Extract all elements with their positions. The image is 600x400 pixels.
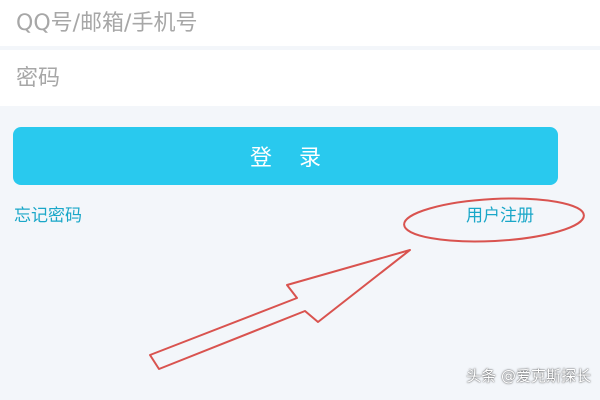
password-input[interactable] [16,50,576,106]
pointer-arrow [149,249,411,370]
account-input[interactable] [16,0,576,46]
register-link[interactable]: 用户注册 [466,201,534,226]
forgot-password-link[interactable]: 忘记密码 [14,201,82,226]
login-button[interactable]: 登 录 [13,127,558,185]
account-field[interactable] [0,0,600,46]
watermark: 头条 @爱克斯探长 [466,367,591,385]
password-field[interactable] [0,50,600,106]
